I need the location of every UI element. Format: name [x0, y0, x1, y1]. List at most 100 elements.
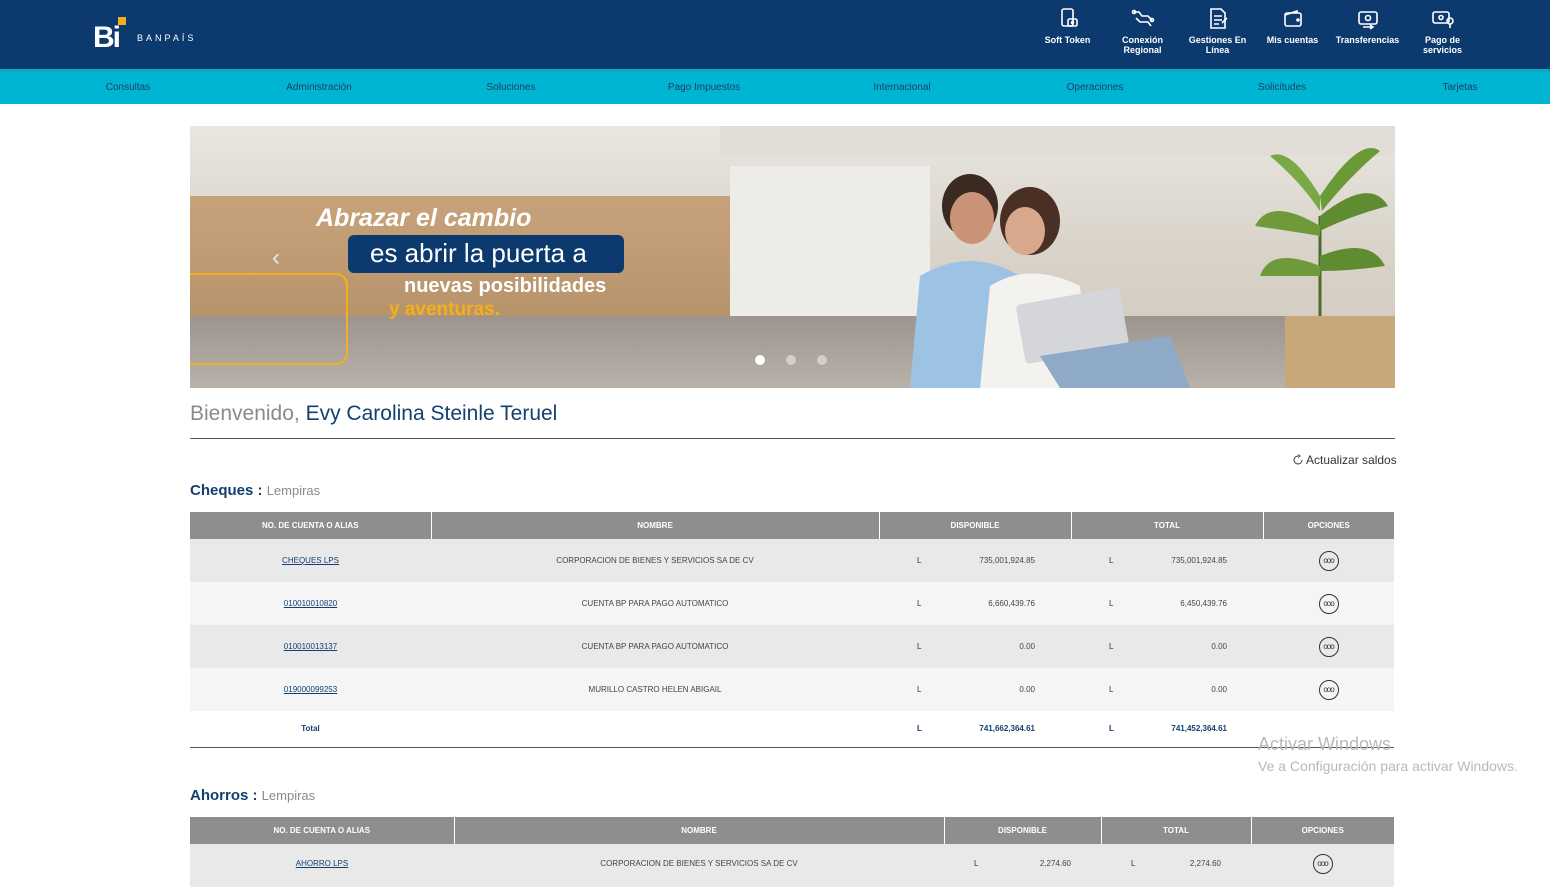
available-amount: L 6,660,439.76 [879, 582, 1071, 625]
col-options: OPCIONES [1251, 817, 1394, 844]
table-header-row: NO. DE CUENTA O ALIAS NOMBRE DISPONIBLE … [190, 817, 1394, 844]
cheques-title: Cheques : [190, 482, 263, 499]
ahorros-table: NO. DE CUENTA O ALIAS NOMBRE DISPONIBLE … [190, 817, 1394, 887]
banner-bg-floor [190, 316, 1395, 388]
online-management-icon [1209, 8, 1228, 29]
nav-tarjetas[interactable]: Tarjetas [1442, 82, 1477, 93]
my-accounts-button[interactable]: Mis cuentas [1255, 6, 1330, 64]
available-value: 2,274.60 [1039, 859, 1071, 868]
total-value: 0.00 [1211, 685, 1227, 694]
nav-administracion[interactable]: Administración [286, 82, 352, 93]
currency-symbol: L [917, 642, 922, 651]
available-amount: L 0.00 [879, 668, 1071, 711]
account-link[interactable]: 010010010820 [284, 599, 337, 608]
soft-token-button[interactable]: Soft Token [1030, 6, 1105, 64]
service-payment-button[interactable]: Pago de servicios [1405, 6, 1480, 64]
online-management-button[interactable]: Gestiones En Línea [1180, 6, 1255, 64]
currency-symbol: L [1109, 642, 1114, 651]
soft-token-icon [1060, 8, 1078, 27]
nav-solicitudes[interactable]: Solicitudes [1258, 82, 1306, 93]
options-icon[interactable]: ooo [1318, 550, 1339, 571]
divider [190, 438, 1395, 439]
account-name: CORPORACION DE BIENES Y SERVICIOS SA DE … [431, 539, 879, 582]
banner-headline-2: es abrir la puerta a [370, 238, 587, 268]
options-icon[interactable]: ooo [1318, 636, 1339, 657]
currency-symbol: L [1109, 556, 1114, 565]
regional-connection-button[interactable]: Conexión Regional [1105, 6, 1180, 64]
refresh-balances-link[interactable]: Actualizar saldos [1292, 453, 1397, 467]
cheques-table: NO. DE CUENTA O ALIAS NOMBRE DISPONIBLE … [190, 512, 1394, 748]
banner-orange-frame [190, 273, 348, 365]
options-icon[interactable]: ooo [1318, 679, 1339, 700]
nav-pago-impuestos[interactable]: Pago Impuestos [668, 82, 740, 93]
promo-carousel[interactable]: Abrazar el cambio es abrir la puerta a n… [190, 126, 1395, 388]
banner-headline-4: y aventuras. [389, 299, 500, 320]
currency-symbol: L [974, 859, 979, 868]
bi-logo-mark: Bi [93, 17, 129, 53]
nav-internacional[interactable]: Internacional [873, 82, 930, 93]
total-available: L 741,662,364.61 [879, 711, 1071, 748]
total-total-value: 741,452,364.61 [1171, 724, 1227, 734]
total-empty [431, 711, 879, 748]
account-link[interactable]: 010010013137 [284, 642, 337, 651]
cheques-currency: Lempiras [266, 483, 321, 498]
ahorros-section-title: Ahorros : Lempiras [190, 787, 315, 804]
banner-headline-3: nuevas posibilidades [404, 275, 607, 297]
available-value: 6,660,439.76 [988, 599, 1035, 608]
col-name: NOMBRE [454, 817, 945, 844]
couple-laptop-image [910, 174, 1190, 388]
account-link[interactable]: AHORRO LPS [296, 859, 348, 868]
currency-symbol: L [917, 556, 922, 565]
service-payment-icon [1431, 11, 1454, 28]
nav-consultas[interactable]: Consultas [106, 82, 150, 93]
service-payment-label: Pago de servicios [1422, 35, 1463, 55]
banpais-logo[interactable]: Bi BANPAÍS [93, 17, 196, 53]
carousel-prev-icon[interactable]: ‹ [272, 244, 280, 272]
watermark-title: Activar Windows [1258, 734, 1392, 754]
carousel-dot-3[interactable] [817, 355, 827, 365]
transfer-icon [1357, 11, 1378, 30]
col-available: DISPONIBLE [944, 817, 1102, 844]
total-value: 0.00 [1211, 642, 1227, 651]
total-value: 2,274.60 [1189, 859, 1221, 868]
account-link[interactable]: 019000099253 [284, 685, 337, 694]
my-accounts-label: Mis cuentas [1266, 35, 1319, 45]
nav-soluciones[interactable]: Soluciones [487, 82, 536, 93]
col-account: NO. DE CUENTA O ALIAS [190, 817, 455, 844]
col-available: DISPONIBLE [879, 512, 1072, 539]
banner-headline-1: Abrazar el cambio [316, 204, 532, 232]
soft-token-label: Soft Token [1044, 35, 1091, 45]
options-icon[interactable]: ooo [1318, 593, 1339, 614]
total-amount: L 0.00 [1071, 625, 1263, 668]
total-amount: L 0.00 [1071, 668, 1263, 711]
col-options: OPCIONES [1263, 512, 1394, 539]
available-value: 0.00 [1019, 685, 1035, 694]
nav-operaciones[interactable]: Operaciones [1067, 82, 1124, 93]
logo-text: BANPAÍS [137, 33, 197, 43]
currency-symbol: L [1131, 859, 1136, 868]
ahorros-title: Ahorros : [190, 787, 258, 804]
carousel-indicators [755, 355, 827, 365]
total-value: 735,001,924.85 [1171, 556, 1227, 565]
total-value: 6,450,439.76 [1180, 599, 1227, 608]
carousel-dot-1[interactable] [755, 355, 765, 365]
available-value: 0.00 [1019, 642, 1035, 651]
online-management-label: Gestiones En Línea [1188, 35, 1247, 55]
options-icon[interactable]: ooo [1312, 854, 1333, 874]
refresh-balances-label: Actualizar saldos [1306, 453, 1397, 467]
account-name: MURILLO CASTRO HELEN ABIGAIL [431, 668, 879, 711]
total-amount: L 735,001,924.85 [1071, 539, 1263, 582]
account-link[interactable]: CHEQUES LPS [282, 556, 339, 565]
table-row: CHEQUES LPS CORPORACION DE BIENES Y SERV… [190, 539, 1394, 582]
table-row: 010010010820 CUENTA BP PARA PAGO AUTOMAT… [190, 582, 1394, 625]
watermark-subtitle: Ve a Configuración para activar Windows. [1258, 758, 1518, 774]
transfers-label: Transferencias [1335, 35, 1400, 45]
table-row: 010010013137 CUENTA BP PARA PAGO AUTOMAT… [190, 625, 1394, 668]
transfers-button[interactable]: Transferencias [1330, 6, 1405, 64]
currency-symbol: L [917, 724, 922, 734]
cheques-section-title: Cheques : Lempiras [190, 482, 320, 499]
wallet-icon [1283, 9, 1302, 27]
table-row: 019000099253 MURILLO CASTRO HELEN ABIGAI… [190, 668, 1394, 711]
welcome-heading: Bienvenido, Evy Carolina Steinle Teruel [190, 402, 557, 426]
carousel-dot-2[interactable] [786, 355, 796, 365]
